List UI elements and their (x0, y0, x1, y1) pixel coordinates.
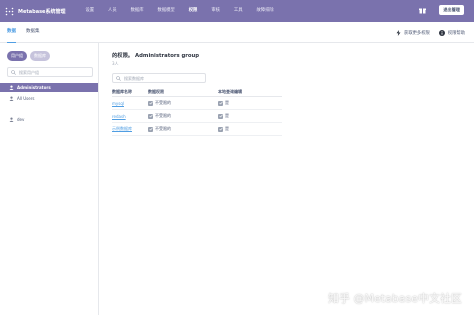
sidebar-item-dev[interactable]: dev (0, 115, 98, 124)
check-icon (148, 100, 153, 106)
nav-permissions[interactable]: 权限 (182, 0, 205, 22)
check-icon (148, 113, 153, 119)
search-icon (116, 75, 121, 81)
nav-data-model[interactable]: 数据模型 (151, 0, 182, 22)
groups-sidebar: 用户组 数据库 Administrators All Users dev (0, 43, 99, 315)
watermark-text: 知乎 @Metabase中文社区 (327, 292, 462, 305)
database-name-link[interactable]: mysql (112, 101, 148, 106)
info-icon (438, 29, 445, 36)
metabase-logo-icon[interactable] (5, 7, 14, 16)
tab-collections[interactable]: 数据集 (26, 22, 40, 43)
nav-databases[interactable]: 数据库 (124, 0, 151, 22)
permissions-help-label: 权限帮助 (447, 30, 465, 36)
check-icon (148, 126, 153, 132)
permissions-main: 的权限。 Administrators group 3人 数据库名称 数据权限 … (100, 43, 474, 315)
page-title: 的权限。 Administrators group (112, 53, 200, 59)
table-row: 示例数据库 不受限的 是 (112, 123, 282, 136)
gift-icon[interactable] (418, 6, 427, 15)
check-icon (218, 126, 223, 132)
data-access-select[interactable]: 不受限的 (148, 100, 218, 106)
member-count: 3人 (112, 61, 119, 66)
sidebar-item-administrators[interactable]: Administrators (0, 83, 98, 92)
exit-admin-button[interactable]: 退出管理 (439, 5, 464, 15)
column-header-data-access: 数据权限 (148, 89, 164, 94)
database-name-link[interactable]: 示例数据库 (112, 126, 148, 132)
database-name-link[interactable]: redash (112, 114, 148, 119)
table-header: 数据库名称 数据权限 本地查询编辑 (112, 88, 282, 97)
native-query-value: 是 (225, 100, 229, 105)
native-query-select[interactable]: 是 (218, 113, 282, 119)
column-header-native-query: 本地查询编辑 (218, 89, 242, 94)
sidebar-item-label: All Users (17, 96, 35, 101)
admin-nav: 设置 人员 数据库 数据模型 权限 审核 工具 故障排除 (78, 0, 280, 22)
data-access-value: 不受限的 (155, 113, 171, 118)
database-search (112, 73, 206, 83)
permissions-table: 数据库名称 数据权限 本地查询编辑 mysql 不受限的 是 redash 不受… (112, 88, 282, 136)
column-header-db-name: 数据库名称 (112, 89, 132, 94)
search-icon (11, 69, 16, 75)
data-access-select[interactable]: 不受限的 (148, 126, 218, 132)
permissions-help-link[interactable]: 权限帮助 (438, 29, 465, 36)
database-search-input[interactable] (124, 75, 204, 81)
table-row: mysql 不受限的 是 (112, 97, 282, 110)
data-access-value: 不受限的 (155, 100, 171, 105)
native-query-select[interactable]: 是 (218, 100, 282, 106)
native-query-select[interactable]: 是 (218, 126, 282, 132)
toggle-databases[interactable]: 数据库 (30, 51, 50, 61)
data-access-select[interactable]: 不受限的 (148, 113, 218, 119)
nav-people[interactable]: 人员 (101, 0, 124, 22)
table-row: redash 不受限的 是 (112, 110, 282, 123)
nav-tools[interactable]: 工具 (227, 0, 250, 22)
brand-title: Metabase系统管理 (18, 8, 66, 15)
sidebar-item-all-users[interactable]: All Users (0, 94, 98, 103)
check-icon (218, 113, 223, 119)
group-icon (9, 85, 14, 90)
bolt-icon (395, 29, 401, 36)
native-query-value: 是 (225, 126, 229, 131)
native-query-value: 是 (225, 113, 229, 118)
nav-troubleshooting[interactable]: 故障排除 (250, 0, 281, 22)
nav-audit[interactable]: 审核 (204, 0, 227, 22)
view-toggle: 用户组 数据库 (7, 51, 50, 61)
data-access-value: 不受限的 (155, 126, 171, 131)
get-more-permissions-link[interactable]: 获取更多权限 (395, 29, 430, 36)
group-icon (9, 96, 14, 101)
nav-settings[interactable]: 设置 (78, 0, 101, 22)
permissions-subnav: 数据 数据集 获取更多权限 权限帮助 (0, 22, 474, 43)
check-icon (218, 100, 223, 106)
toggle-groups[interactable]: 用户组 (7, 51, 27, 61)
tab-data[interactable]: 数据 (7, 22, 16, 43)
sidebar-item-label: Administrators (17, 85, 51, 90)
get-more-permissions-label: 获取更多权限 (404, 30, 430, 36)
group-icon (9, 117, 14, 122)
admin-top-bar: Metabase系统管理 设置 人员 数据库 数据模型 权限 审核 工具 故障排… (0, 0, 474, 22)
group-search-input[interactable] (19, 69, 89, 75)
sidebar-item-label: dev (17, 117, 25, 122)
group-search (7, 67, 93, 77)
